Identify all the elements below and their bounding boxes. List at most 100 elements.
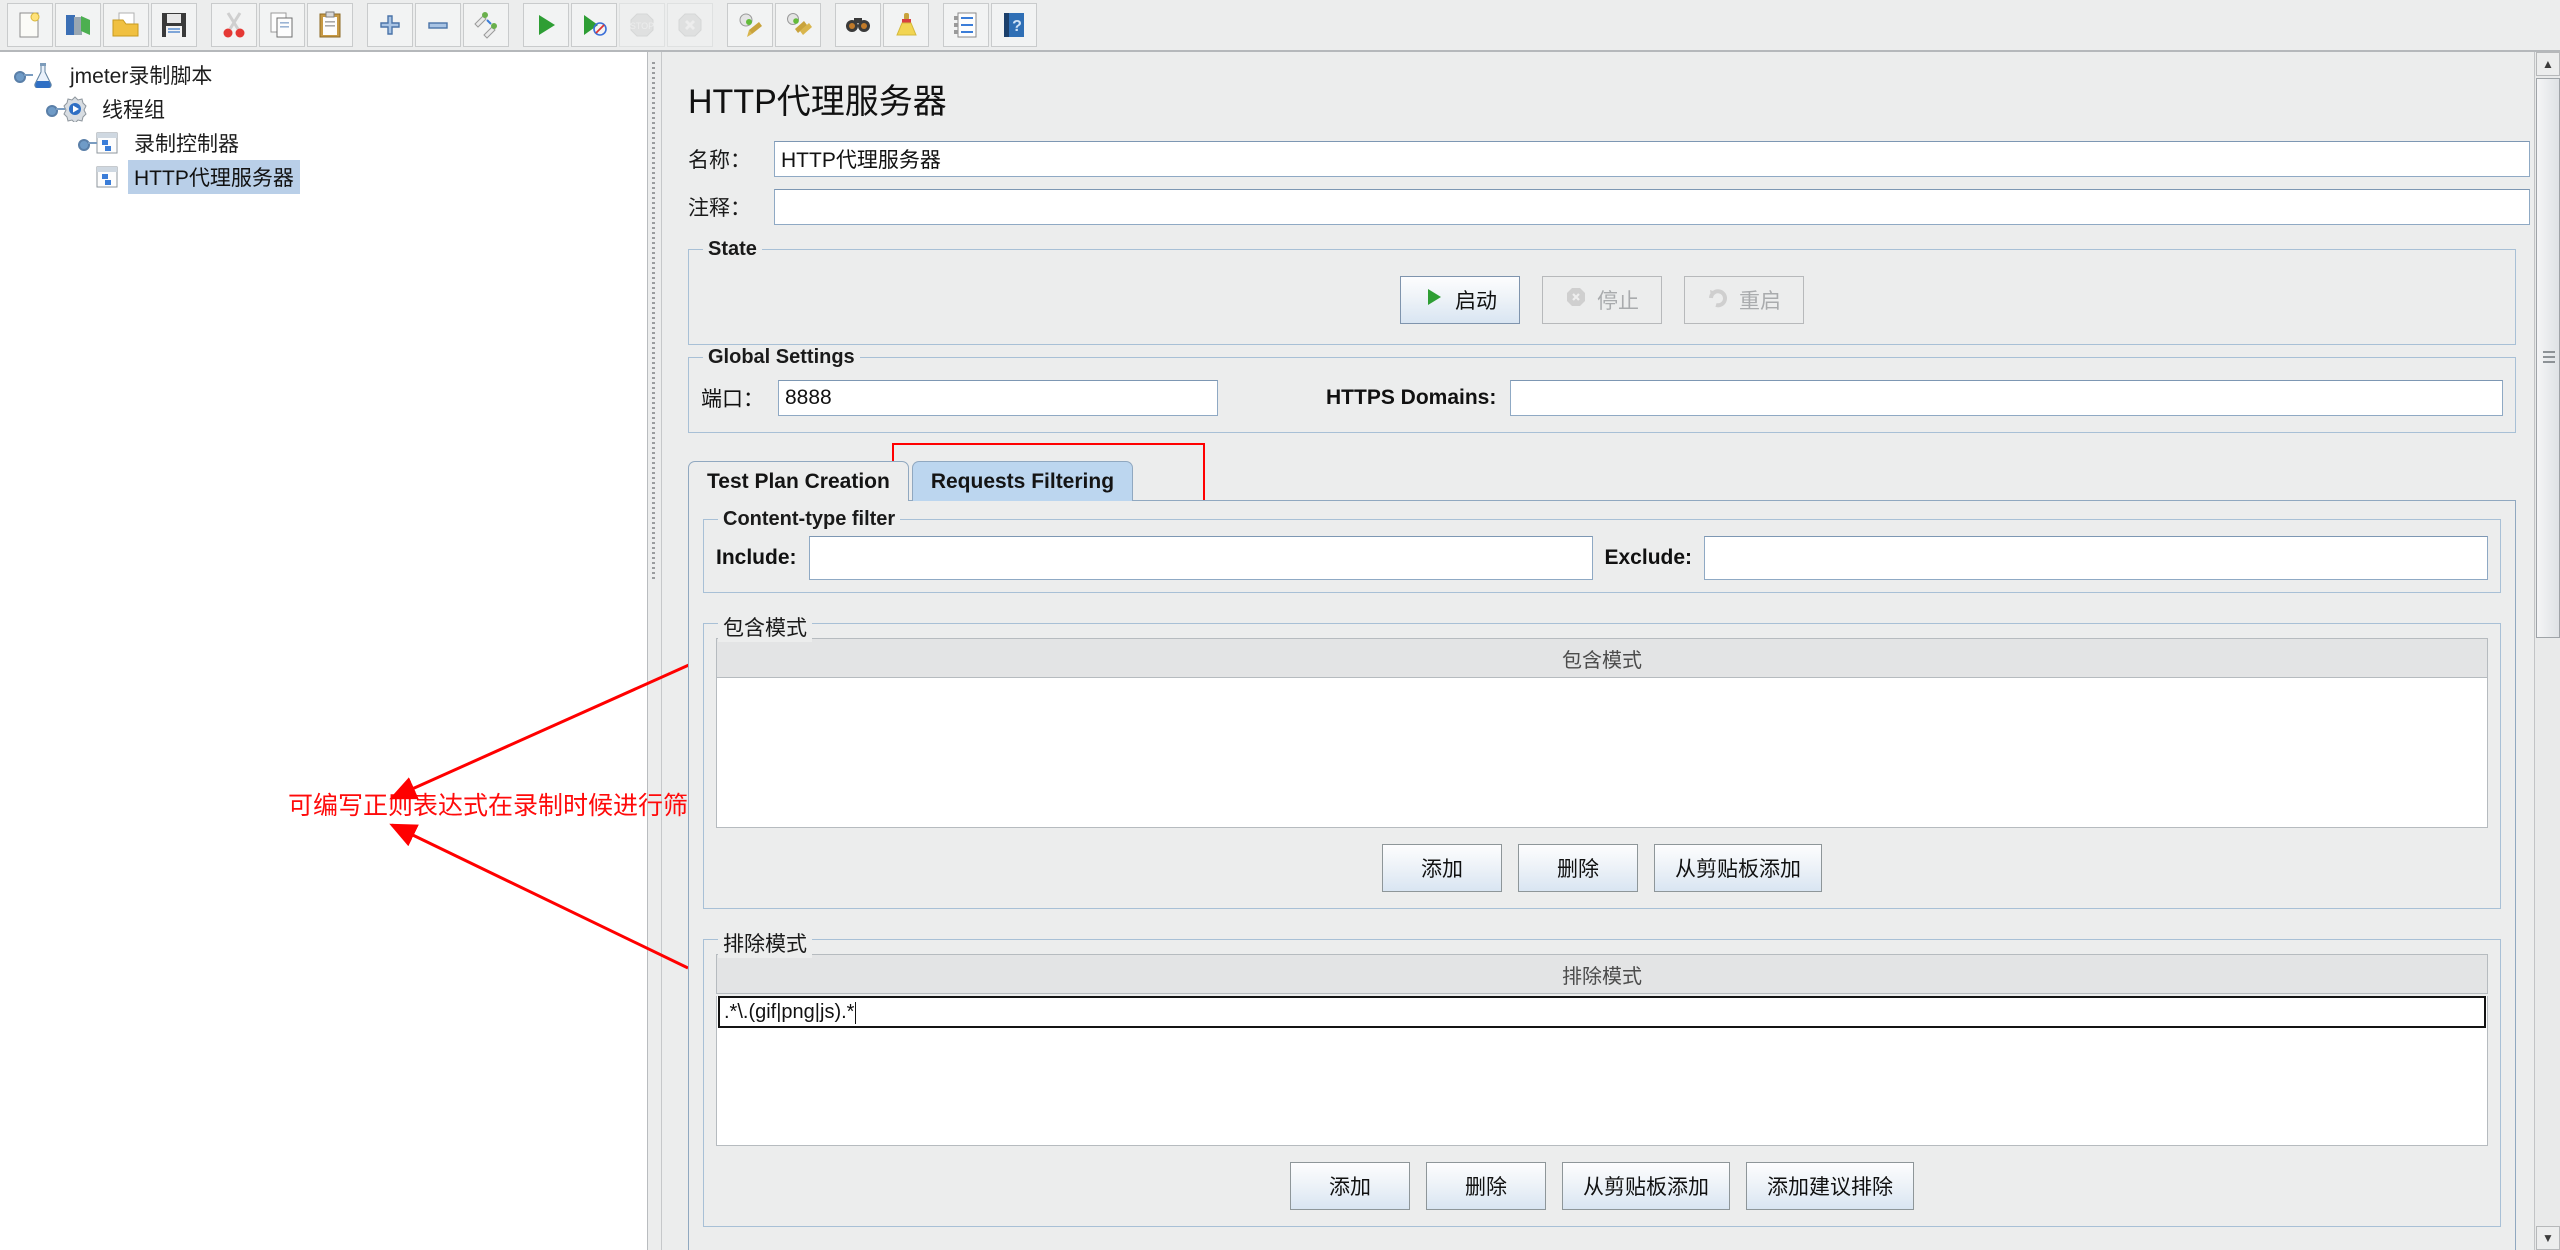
scroll-down-arrow-icon[interactable]: ▼: [2536, 1226, 2560, 1250]
requests-filtering-panel: Content-type filter Include: Exclude: 包含…: [688, 500, 2516, 1250]
start-icon[interactable]: [523, 3, 569, 47]
exclude-input[interactable]: [1704, 536, 2489, 580]
exclude-add-button[interactable]: 添加: [1290, 1162, 1410, 1210]
tree-node-recording-controller[interactable]: 录制控制器: [0, 126, 647, 160]
port-input[interactable]: [778, 380, 1218, 416]
include-patterns-group: 包含模式 包含模式 添加 删除 从剪贴板添加: [703, 612, 2501, 909]
tree-node-label: 线程组: [102, 99, 165, 122]
open-icon[interactable]: [103, 3, 149, 47]
copy-icon[interactable]: [259, 3, 305, 47]
tree-expand-handle-icon[interactable]: [78, 136, 97, 151]
save-icon[interactable]: [151, 3, 197, 47]
tree-node-test-plan[interactable]: jmeter录制脚本: [0, 58, 647, 92]
toolbar-group-tree: [366, 3, 510, 47]
new-icon[interactable]: [7, 3, 53, 47]
tree-node-http-proxy-server[interactable]: HTTP代理服务器: [0, 160, 647, 194]
include-delete-button[interactable]: 删除: [1518, 844, 1638, 892]
scrollbar-thumb[interactable]: [2536, 78, 2560, 638]
panel-vertical-scrollbar[interactable]: ▲ ▼: [2534, 52, 2560, 1250]
panel-scroll-area: HTTP代理服务器 名称： 注释： State: [662, 52, 2542, 1250]
panel-splitter[interactable]: [648, 52, 662, 1250]
function-helper-icon[interactable]: [943, 3, 989, 47]
clear-icon[interactable]: [727, 3, 773, 47]
tab-requests-filtering[interactable]: Requests Filtering: [911, 461, 1134, 501]
scrollbar-grip-icon: [2543, 351, 2555, 365]
http-proxy-icon: [92, 163, 122, 191]
tree-expand-handle-icon[interactable]: [46, 102, 65, 117]
annotation-note-text: 可编写正则表达式在录制时候进行筛选: [288, 791, 714, 820]
test-plan-tree[interactable]: jmeter录制脚本 线程组 录制控制器 HTTP代理服务器: [0, 52, 648, 1250]
include-label: Include:: [716, 546, 797, 569]
exclude-patterns-buttons: 添加 删除 从剪贴板添加 添加建议排除: [716, 1146, 2488, 1214]
start-triangle-icon: [1423, 286, 1445, 314]
button-label: 从剪贴板添加: [1675, 858, 1801, 881]
stop-octagon-icon: [1565, 286, 1587, 314]
svg-text:?: ?: [1012, 18, 1022, 35]
button-label: 删除: [1557, 858, 1599, 881]
text-caret: [855, 1001, 857, 1024]
global-settings-group: Global Settings 端口： HTTPS Domains:: [688, 346, 2516, 433]
toolbar-group-clear: [726, 3, 822, 47]
stop-icon: STOP: [619, 3, 665, 47]
tab-test-plan-creation[interactable]: Test Plan Creation: [688, 461, 909, 501]
include-exclude-row: Include: Exclude:: [716, 536, 2489, 580]
notify-child-listeners-title: 将过滤的取样器通知子监听器: [718, 1246, 1001, 1250]
exclude-add-suggested-button[interactable]: 添加建议排除: [1746, 1162, 1914, 1210]
https-domains-label: HTTPS Domains:: [1326, 386, 1497, 409]
include-input[interactable]: [808, 536, 1593, 580]
start-button-label: 启动: [1455, 290, 1497, 313]
exclude-pattern-cell-editor[interactable]: .*\.(gif|png|js).*: [718, 996, 2486, 1028]
tree-expand-handle-icon[interactable]: [14, 68, 33, 83]
splitter-grip-icon: [652, 62, 655, 582]
exclude-delete-button[interactable]: 删除: [1426, 1162, 1546, 1210]
content-type-filter-group: Content-type filter Include: Exclude:: [703, 508, 2501, 593]
start-button[interactable]: 启动: [1400, 276, 1520, 324]
search-icon[interactable]: [835, 3, 881, 47]
exclude-patterns-title: 排除模式: [718, 928, 812, 958]
comment-label: 注释：: [688, 197, 751, 220]
collapse-all-icon[interactable]: [415, 3, 461, 47]
restart-arrow-icon: [1707, 286, 1729, 314]
exclude-add-from-clipboard-button[interactable]: 从剪贴板添加: [1562, 1162, 1730, 1210]
exclude-pattern-value: .*\.(gif|png|js).*: [724, 1001, 855, 1023]
comment-field-row: 注释：: [674, 189, 2530, 237]
stop-button-label: 停止: [1597, 290, 1639, 313]
include-patterns-title: 包含模式: [718, 612, 812, 642]
scroll-up-arrow-icon[interactable]: ▲: [2536, 52, 2560, 76]
tab-label: Test Plan Creation: [707, 469, 890, 493]
exclude-patterns-table[interactable]: .*\.(gif|png|js).*: [716, 996, 2488, 1146]
https-domains-input[interactable]: [1510, 380, 2503, 416]
paste-icon[interactable]: [307, 3, 353, 47]
include-add-button[interactable]: 添加: [1382, 844, 1502, 892]
name-field-row: 名称：: [674, 141, 2530, 189]
button-label: 添加建议排除: [1767, 1176, 1893, 1199]
button-label: 删除: [1465, 1176, 1507, 1199]
port-label: 端口：: [701, 388, 764, 411]
help-icon[interactable]: ?: [991, 3, 1037, 47]
expand-all-icon[interactable]: [367, 3, 413, 47]
templates-icon[interactable]: [55, 3, 101, 47]
include-patterns-buttons: 添加 删除 从剪贴板添加: [716, 828, 2488, 896]
toolbar-group-run: STOP: [522, 3, 714, 47]
tree-node-label: 录制控制器: [134, 133, 239, 156]
button-label: 从剪贴板添加: [1583, 1176, 1709, 1199]
tree-node-thread-group[interactable]: 线程组: [0, 92, 647, 126]
include-patterns-column-header: 包含模式: [716, 638, 2488, 678]
toggle-icon[interactable]: [463, 3, 509, 47]
name-input[interactable]: [774, 141, 2530, 177]
comment-input[interactable]: [774, 189, 2530, 225]
include-add-from-clipboard-button[interactable]: 从剪贴板添加: [1654, 844, 1822, 892]
proxy-tabs: Test Plan Creation Requests Filtering Co…: [688, 459, 2516, 1250]
state-button-row: 启动 停止 重启: [701, 266, 2503, 332]
cut-icon[interactable]: [211, 3, 257, 47]
tree-node-label: jmeter录制脚本: [70, 65, 213, 88]
clear-all-icon[interactable]: [775, 3, 821, 47]
toolbar-group-search: [834, 3, 930, 47]
tree-node-label: HTTP代理服务器: [128, 160, 300, 194]
start-no-timers-icon[interactable]: [571, 3, 617, 47]
page-title: HTTP代理服务器: [688, 83, 947, 121]
stop-button: 停止: [1542, 276, 1662, 324]
tab-label: Requests Filtering: [930, 469, 1115, 493]
reset-search-icon[interactable]: [883, 3, 929, 47]
include-patterns-table[interactable]: [716, 678, 2488, 828]
